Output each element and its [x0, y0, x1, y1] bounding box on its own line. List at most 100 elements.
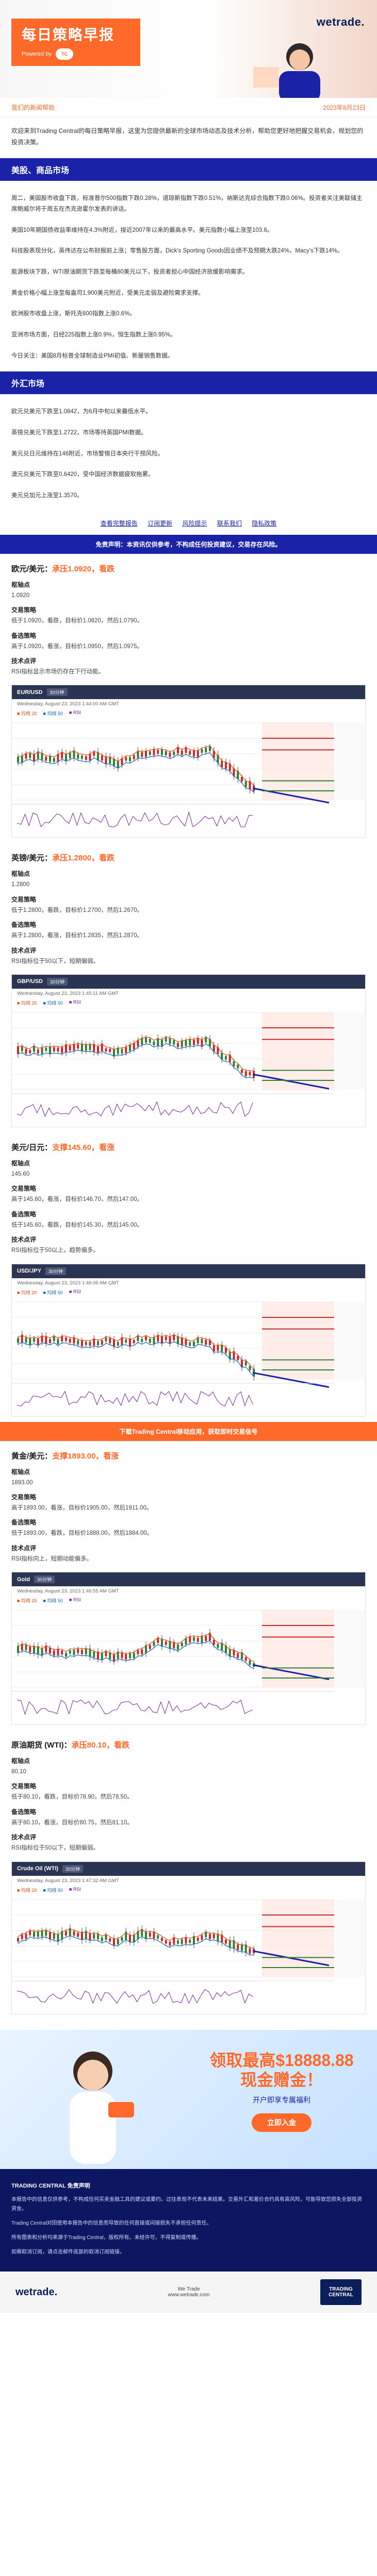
- candle-body: [109, 1938, 111, 1942]
- candle-body: [189, 1342, 191, 1346]
- candle-body: [149, 1645, 151, 1649]
- pair-block: 原油期货 (WTI)：承压80.10，看跌 枢轴点 80.10 交易策略 低于8…: [0, 1730, 377, 2020]
- candle-body: [77, 1044, 79, 1049]
- candle-body: [185, 1638, 187, 1645]
- strategy-text: 低于1.0920，看跌，目标价1.0820，然后1.0790。: [11, 618, 143, 624]
- footer-partner-logo[interactable]: TRADING CENTRAL: [320, 2279, 362, 2306]
- candle-body: [117, 1342, 119, 1346]
- pair-stance: 承压80.10，看跌: [71, 1741, 130, 1750]
- candle-body: [21, 756, 23, 762]
- candle-body: [41, 1649, 43, 1655]
- candle-body: [45, 757, 47, 761]
- chart-card[interactable]: GBP/USD 30分钟 Wednesday, August 23, 2023 …: [11, 974, 366, 1127]
- candle-body: [81, 1650, 83, 1654]
- candle-body: [17, 1337, 19, 1343]
- candle-body: [69, 753, 71, 759]
- candle-body: [73, 1044, 75, 1051]
- candle-body: [133, 1340, 135, 1343]
- candle-body: [61, 1650, 63, 1655]
- candle-body: [53, 1336, 55, 1341]
- alt-strategy-text: 高于1.2800，看涨，目标价1.2835，然后1.2870。: [11, 933, 143, 939]
- candle-body: [244, 1361, 247, 1365]
- candle-body: [225, 1056, 227, 1060]
- candle-body: [249, 1366, 251, 1370]
- candle-body: [233, 1650, 235, 1656]
- candle-body: [201, 1040, 203, 1046]
- candle-body: [69, 1650, 71, 1654]
- link-subscribe[interactable]: 订阅更新: [147, 520, 172, 527]
- candle-body: [85, 756, 87, 760]
- candle-body: [244, 1071, 247, 1076]
- candle-body: [165, 751, 167, 756]
- footer-brand-logo[interactable]: wetrade.: [15, 2286, 57, 2298]
- chart-card[interactable]: Crude Oil (WTI) 30分钟 Wednesday, August 2…: [11, 1861, 366, 2014]
- candle-body: [217, 1643, 219, 1648]
- chart-header: USD/JPY 30分钟: [12, 1264, 365, 1278]
- candle-body: [53, 1650, 55, 1656]
- date-bar-left[interactable]: 我们的新闻帮助: [11, 103, 55, 112]
- pair-name: 黄金/美元: [11, 1451, 45, 1461]
- pair-colon: ：: [44, 1451, 53, 1461]
- strategy-text: 低于80.10，看跌，目标价78.90，然后78.50。: [11, 1794, 133, 1801]
- candle-body: [161, 1335, 163, 1343]
- candle-body: [137, 1335, 139, 1341]
- candle-body: [101, 1653, 103, 1660]
- candle-body: [137, 1040, 139, 1046]
- candle-body: [157, 1935, 159, 1939]
- candle-body: [125, 1654, 127, 1660]
- link-risk[interactable]: 风险提示: [182, 520, 207, 527]
- candle-body: [169, 1038, 171, 1044]
- candle-body: [81, 1340, 83, 1346]
- paragraph: 今日关注：美国8月标普全球制造业PMI初值、新屋销售数据。: [11, 352, 174, 359]
- trading-central-logo: TC: [56, 48, 74, 60]
- candle-body: [205, 748, 207, 753]
- chart-card[interactable]: EUR/USD 30分钟 Wednesday, August 23, 2023 …: [11, 685, 366, 838]
- chart-symbol: GBP/USD: [17, 978, 43, 985]
- tech-text: RSI指标显示市场仍存在下行动能。: [11, 668, 105, 675]
- candle-body: [165, 1940, 167, 1944]
- alt-strategy-label: 备选策略: [11, 632, 37, 639]
- candle-body: [129, 1653, 131, 1658]
- candle-body: [33, 1931, 35, 1937]
- alt-strategy-label: 备选策略: [11, 1210, 37, 1218]
- chart-timeframe: 30分钟: [46, 688, 68, 697]
- candle-body: [225, 1939, 227, 1944]
- pair-title: 欧元/美元：承压1.0920，看跌: [11, 563, 366, 574]
- link-full-report[interactable]: 查看完整报告: [101, 520, 138, 527]
- candle-body: [93, 1934, 95, 1939]
- candle-body: [105, 1048, 107, 1052]
- candle-body: [193, 1341, 195, 1346]
- chart-timestamp: Wednesday, August 23, 2023 1:46:55 AM GM…: [17, 1588, 119, 1595]
- footer-middle-line2[interactable]: www.wetrade.com: [168, 2292, 210, 2298]
- candle-body: [249, 1072, 251, 1076]
- chart-card[interactable]: USD/JPY 30分钟 Wednesday, August 23, 2023 …: [11, 1263, 366, 1417]
- candle-body: [113, 1049, 115, 1056]
- candle-body: [29, 1337, 31, 1345]
- tech-text: RSI指标位于50以下，短期偏弱。: [11, 1845, 99, 1852]
- candle-body: [212, 1345, 215, 1351]
- brand-logo[interactable]: wetrade.: [317, 15, 365, 29]
- candle-body: [105, 1651, 107, 1656]
- link-privacy[interactable]: 隐私政策: [252, 520, 276, 527]
- alt-strategy-text: 高于1.0920，看涨，目标价1.0950，然后1.0975。: [11, 643, 143, 650]
- link-contact[interactable]: 联系我们: [217, 520, 242, 527]
- date-bar-right: 2023年8月23日: [323, 104, 366, 111]
- candle-body: [173, 1040, 175, 1045]
- candle-body: [117, 1048, 119, 1054]
- candle-body: [69, 1338, 71, 1343]
- app-download-banner[interactable]: 下载Trading Central移动应用，获取即时交易信号: [0, 1421, 377, 1441]
- pivot-label: 枢轴点: [11, 1757, 30, 1765]
- candle-body: [141, 1038, 143, 1045]
- candle-body: [153, 749, 155, 756]
- hero-person-illustration: [253, 43, 320, 98]
- chart-card[interactable]: Gold 30分钟 Wednesday, August 23, 2023 1:4…: [11, 1572, 366, 1725]
- strategy-label: 交易策略: [11, 1783, 37, 1790]
- candle-body: [105, 756, 107, 765]
- candle-body: [37, 1338, 39, 1345]
- pair-stance: 支撑145.60，看涨: [52, 1143, 115, 1152]
- date-bar: 我们的新闻帮助 2023年8月23日: [0, 98, 377, 117]
- promo-cta-button[interactable]: 立即入金: [252, 2113, 312, 2132]
- candle-body: [101, 1340, 103, 1345]
- candle-body: [228, 1649, 231, 1657]
- candle-body: [157, 1334, 159, 1341]
